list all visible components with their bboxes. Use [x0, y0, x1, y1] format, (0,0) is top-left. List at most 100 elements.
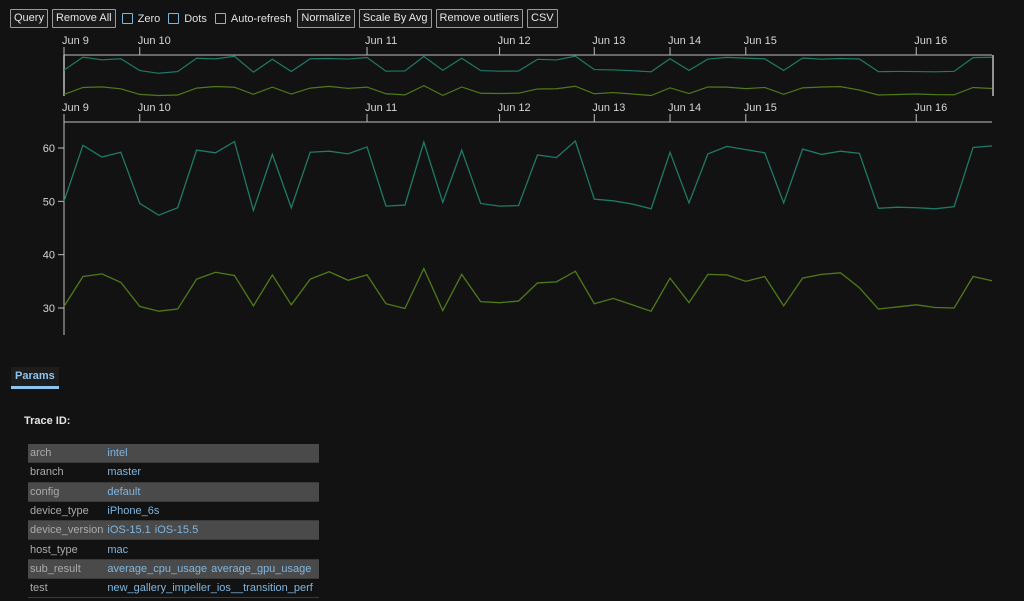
data-point-average_gpu_usage[interactable]: [250, 303, 256, 309]
data-point-average_cpu_usage[interactable]: [743, 147, 749, 153]
data-point-average_cpu_usage[interactable]: [61, 198, 67, 204]
data-point-average_cpu_usage[interactable]: [99, 154, 105, 160]
series-line-average_cpu_usage[interactable]: [63, 139, 993, 216]
param-value[interactable]: intel: [107, 447, 127, 459]
data-point-average_gpu_usage[interactable]: [497, 300, 503, 306]
data-point-average_gpu_usage[interactable]: [118, 279, 124, 285]
data-point-average_cpu_usage[interactable]: [156, 212, 162, 218]
data-point-average_cpu_usage[interactable]: [781, 200, 787, 206]
data-point-average_cpu_usage[interactable]: [819, 151, 825, 157]
data-point-average_cpu_usage[interactable]: [364, 144, 370, 150]
param-value[interactable]: default: [107, 486, 140, 498]
param-value[interactable]: mac: [107, 544, 128, 556]
param-value[interactable]: iOS-15.5: [155, 524, 198, 536]
param-value[interactable]: average_cpu_usage: [107, 563, 207, 575]
data-point-average_cpu_usage[interactable]: [591, 196, 597, 202]
data-point-average_gpu_usage[interactable]: [648, 308, 654, 314]
data-point-average_cpu_usage[interactable]: [951, 204, 957, 210]
data-point-average_gpu_usage[interactable]: [932, 304, 938, 310]
data-point-average_cpu_usage[interactable]: [345, 151, 351, 157]
data-point-average_cpu_usage[interactable]: [610, 198, 616, 204]
data-point-average_gpu_usage[interactable]: [837, 270, 843, 276]
data-point-average_gpu_usage[interactable]: [667, 275, 673, 281]
data-point-average_cpu_usage[interactable]: [762, 150, 768, 156]
data-point-average_cpu_usage[interactable]: [137, 200, 143, 206]
scale-by-avg-button[interactable]: Scale By Avg: [358, 9, 432, 28]
data-point-average_gpu_usage[interactable]: [989, 278, 995, 284]
data-point-average_gpu_usage[interactable]: [800, 275, 806, 281]
param-value[interactable]: master: [107, 466, 141, 478]
data-point-average_gpu_usage[interactable]: [269, 272, 275, 278]
data-point-average_gpu_usage[interactable]: [326, 269, 332, 275]
overview-chart[interactable]: Jun 9 Jun 10 Jun 11 Jun 12 Jun 13 Jun 14 Jun 1…: [62, 35, 994, 97]
data-point-average_gpu_usage[interactable]: [875, 306, 881, 312]
data-point-average_gpu_usage[interactable]: [894, 304, 900, 310]
data-point-average_gpu_usage[interactable]: [516, 298, 522, 304]
data-point-average_cpu_usage[interactable]: [686, 200, 692, 206]
data-point-average_cpu_usage[interactable]: [478, 200, 484, 206]
data-point-average_cpu_usage[interactable]: [705, 151, 711, 157]
data-point-average_gpu_usage[interactable]: [213, 269, 219, 275]
data-point-average_gpu_usage[interactable]: [913, 302, 919, 308]
data-point-average_gpu_usage[interactable]: [553, 279, 559, 285]
data-point-average_gpu_usage[interactable]: [231, 272, 237, 278]
data-point-average_gpu_usage[interactable]: [80, 274, 86, 280]
data-point-average_gpu_usage[interactable]: [686, 300, 692, 306]
data-point-average_gpu_usage[interactable]: [478, 299, 484, 305]
zero-checkbox[interactable]: Zero: [120, 13, 160, 25]
data-point-average_cpu_usage[interactable]: [724, 143, 730, 149]
param-value[interactable]: new_gallery_impeller_ios__transition_per…: [107, 582, 312, 594]
data-point-average_gpu_usage[interactable]: [288, 302, 294, 308]
data-point-average_cpu_usage[interactable]: [213, 150, 219, 156]
data-point-average_cpu_usage[interactable]: [80, 142, 86, 148]
data-point-average_cpu_usage[interactable]: [667, 149, 673, 155]
data-point-average_gpu_usage[interactable]: [364, 272, 370, 278]
normalize-button[interactable]: Normalize: [297, 9, 355, 28]
plot-area[interactable]: Jun 9 Jun 10 Jun 11 Jun 12 Jun 13 Jun 14 Jun 1…: [0, 30, 1024, 350]
data-point-average_gpu_usage[interactable]: [705, 271, 711, 277]
auto-refresh-checkbox-box[interactable]: [214, 13, 226, 24]
data-point-average_cpu_usage[interactable]: [459, 147, 465, 153]
data-point-average_gpu_usage[interactable]: [610, 295, 616, 301]
data-point-average_cpu_usage[interactable]: [534, 152, 540, 158]
data-point-average_gpu_usage[interactable]: [534, 280, 540, 286]
zero-checkbox-box[interactable]: [121, 13, 133, 24]
data-point-average_cpu_usage[interactable]: [440, 199, 446, 205]
data-point-average_cpu_usage[interactable]: [837, 148, 843, 154]
data-point-average_cpu_usage[interactable]: [497, 203, 503, 209]
data-point-average_cpu_usage[interactable]: [421, 139, 427, 145]
series-line-average_gpu_usage[interactable]: [63, 266, 993, 313]
remove-outliers-button[interactable]: Remove outliers: [435, 9, 524, 28]
param-value[interactable]: iPhone_6s: [107, 505, 159, 517]
data-point-average_gpu_usage[interactable]: [743, 278, 749, 284]
data-point-average_cpu_usage[interactable]: [989, 143, 995, 149]
data-point-average_gpu_usage[interactable]: [421, 266, 427, 272]
data-point-average_gpu_usage[interactable]: [402, 306, 408, 312]
data-point-average_gpu_usage[interactable]: [156, 308, 162, 314]
data-point-average_cpu_usage[interactable]: [175, 205, 181, 211]
param-value[interactable]: iOS-15.1: [107, 524, 150, 536]
data-point-average_cpu_usage[interactable]: [307, 149, 313, 155]
data-point-average_gpu_usage[interactable]: [61, 303, 67, 309]
data-point-average_gpu_usage[interactable]: [383, 301, 389, 307]
data-point-average_gpu_usage[interactable]: [137, 303, 143, 309]
data-point-average_cpu_usage[interactable]: [269, 151, 275, 157]
data-point-average_cpu_usage[interactable]: [118, 149, 124, 155]
data-point-average_cpu_usage[interactable]: [516, 203, 522, 209]
dots-checkbox-box[interactable]: [168, 13, 180, 24]
data-point-average_cpu_usage[interactable]: [875, 205, 881, 211]
data-point-average_cpu_usage[interactable]: [648, 206, 654, 212]
data-point-average_gpu_usage[interactable]: [951, 305, 957, 311]
data-point-average_gpu_usage[interactable]: [724, 272, 730, 278]
csv-button[interactable]: CSV: [527, 9, 558, 28]
data-point-average_gpu_usage[interactable]: [175, 306, 181, 312]
data-point-average_cpu_usage[interactable]: [856, 150, 862, 156]
data-point-average_gpu_usage[interactable]: [591, 301, 597, 307]
data-point-average_gpu_usage[interactable]: [440, 308, 446, 314]
data-point-average_cpu_usage[interactable]: [231, 139, 237, 145]
data-point-average_cpu_usage[interactable]: [383, 203, 389, 209]
data-point-average_gpu_usage[interactable]: [970, 274, 976, 280]
data-point-average_gpu_usage[interactable]: [99, 271, 105, 277]
data-point-average_gpu_usage[interactable]: [629, 302, 635, 308]
data-point-average_cpu_usage[interactable]: [326, 148, 332, 154]
